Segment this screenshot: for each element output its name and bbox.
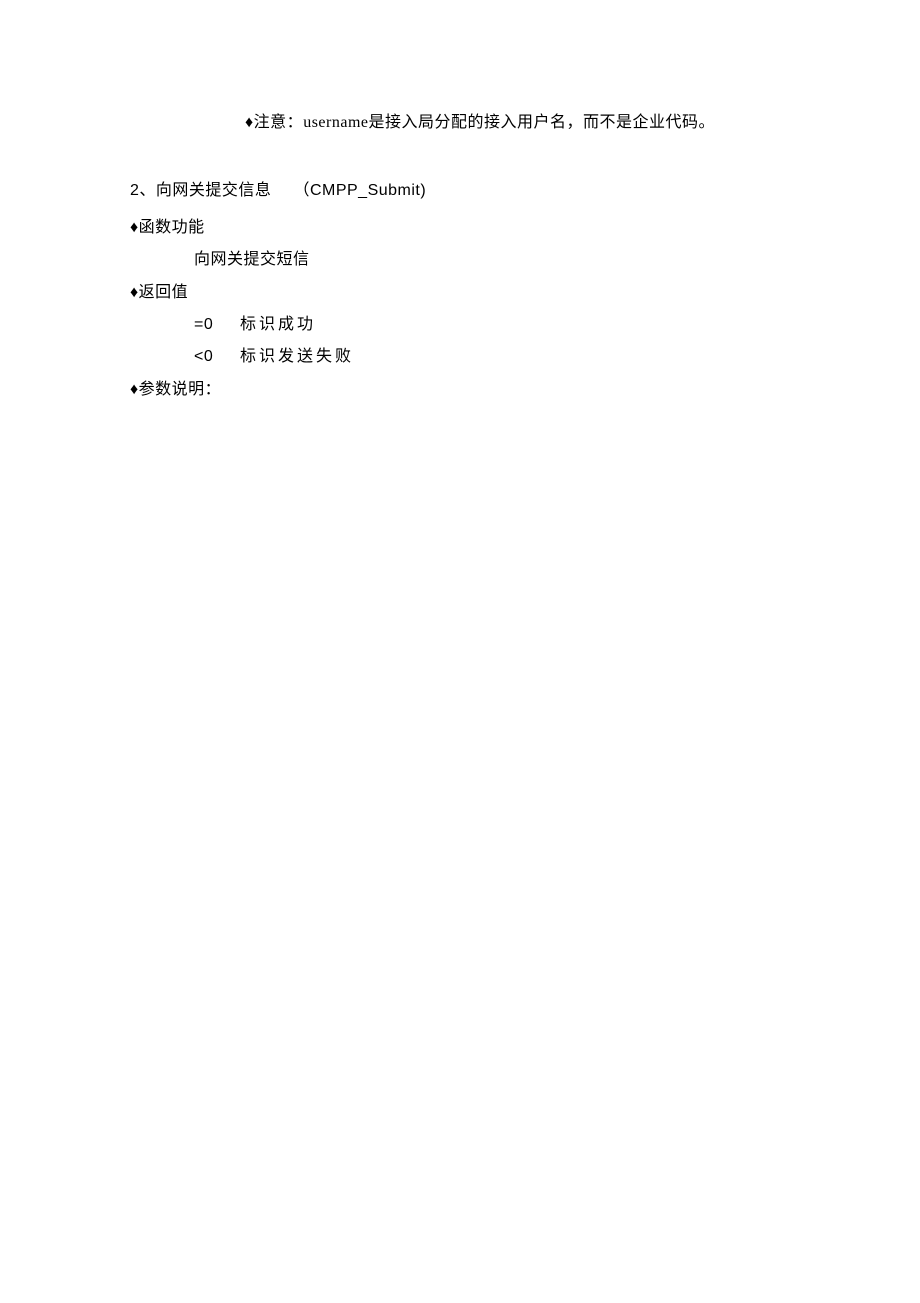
diamond-icon: ♦: [130, 284, 139, 301]
field-label: ♦函数功能: [130, 213, 840, 243]
field-label-text: 返回值: [139, 284, 189, 301]
diamond-icon: ♦: [130, 219, 139, 236]
field-label: ♦返回值: [130, 278, 840, 308]
section-title: 2、向网关提交信息 （CMPP_Submit): [130, 176, 840, 206]
section-func: （CMPP_Submit): [293, 182, 426, 199]
field-desc: 向网关提交短信: [130, 245, 840, 275]
return-item: =0标识成功: [130, 310, 840, 340]
field-label-text: 参数说明：: [139, 381, 222, 398]
section-sep: 、: [139, 182, 156, 199]
field-label-text: 函数功能: [139, 219, 205, 236]
return-code: =0: [194, 310, 240, 340]
return-desc: 标识成功: [240, 316, 316, 333]
return-desc: 标识发送失败: [240, 348, 354, 365]
field-label: ♦参数说明：: [130, 375, 840, 405]
section-number: 2: [130, 182, 139, 199]
return-code: <0: [194, 342, 240, 372]
note-label: 注意：: [254, 114, 304, 131]
note-line: ♦注意：username是接入局分配的接入用户名，而不是企业代码。: [130, 108, 840, 138]
diamond-icon: ♦: [130, 381, 139, 398]
note-text: username是接入局分配的接入用户名，而不是企业代码。: [303, 114, 715, 131]
section-title-text: 向网关提交信息: [156, 182, 272, 199]
diamond-icon: ♦: [245, 114, 254, 131]
return-item: <0标识发送失败: [130, 342, 840, 372]
